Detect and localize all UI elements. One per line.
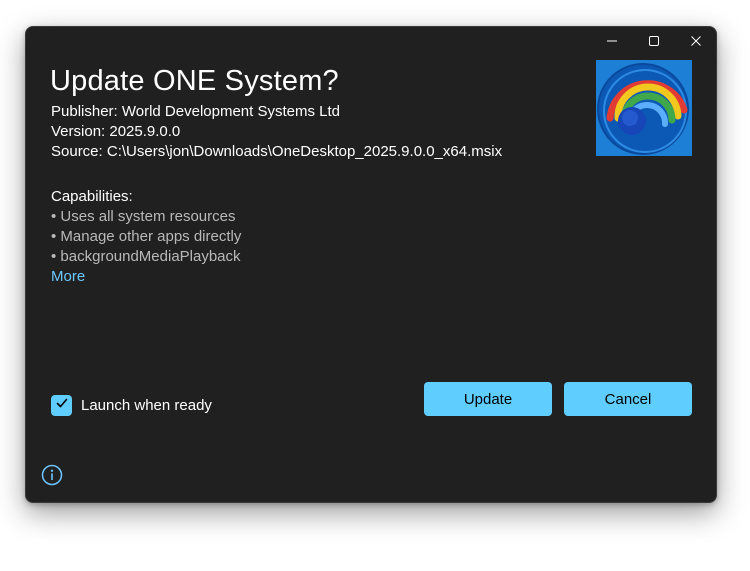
launch-checkbox-label[interactable]: Launch when ready — [81, 397, 212, 414]
capabilities-heading: Capabilities: — [51, 188, 133, 205]
dialog-title: Update ONE System? — [50, 65, 339, 97]
launch-checkbox[interactable] — [51, 395, 72, 416]
version-text: Version: 2025.9.0.0 — [51, 123, 181, 140]
installer-dialog: Update ONE System? Publisher: World Deve… — [25, 26, 717, 503]
source-path-text: Source: C:\Users\jon\Downloads\OneDeskto… — [51, 143, 503, 160]
app-logo — [596, 60, 692, 156]
close-icon — [690, 35, 702, 47]
checkmark-icon — [55, 396, 69, 415]
maximize-button[interactable] — [633, 27, 675, 55]
capability-item: • Manage other apps directly — [51, 228, 242, 245]
minimize-icon — [606, 35, 618, 47]
maximize-icon — [648, 35, 660, 47]
minimize-button[interactable] — [591, 27, 633, 55]
update-button[interactable]: Update — [424, 382, 552, 416]
cancel-button[interactable]: Cancel — [564, 382, 692, 416]
capability-item: • Uses all system resources — [51, 208, 236, 225]
close-button[interactable] — [675, 27, 717, 55]
more-link[interactable]: More — [51, 268, 85, 285]
publisher-text: Publisher: World Development Systems Ltd — [51, 103, 341, 120]
info-icon[interactable] — [41, 464, 63, 486]
capability-item: • backgroundMediaPlayback — [51, 248, 241, 265]
